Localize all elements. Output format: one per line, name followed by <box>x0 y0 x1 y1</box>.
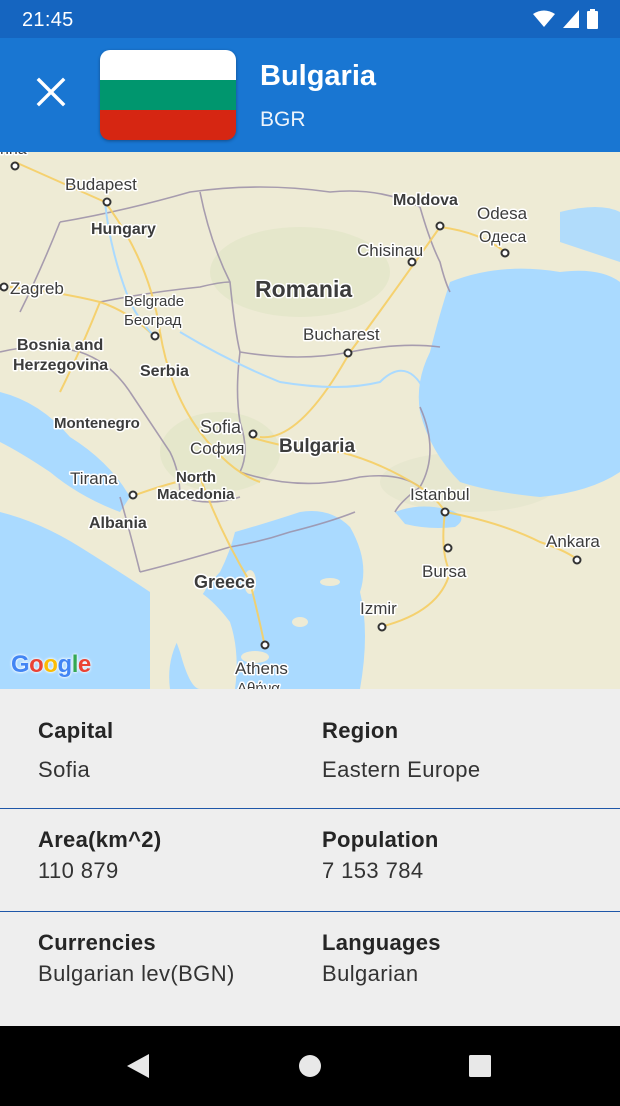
map-label-albania: Albania <box>89 515 147 532</box>
map-label-moldova: Moldova <box>393 192 458 209</box>
currencies-cell: Currencies Bulgarian lev(BGN) <box>38 930 235 987</box>
status-icons <box>533 9 598 29</box>
flag-stripe-white <box>100 50 236 80</box>
map-label-sofia: Sofia <box>200 417 242 437</box>
map-label-tirana: Tirana <box>70 469 118 488</box>
details-row-capital-region: Capital Sofia Region Eastern Europe <box>0 689 620 809</box>
area-label: Area(km^2) <box>38 827 162 852</box>
map-label-budapest: Budapest <box>65 175 137 194</box>
map-label-istanbul: Istanbul <box>410 485 470 504</box>
map-label-athens: Athens <box>235 659 288 678</box>
map-label-partial: hna <box>0 152 27 158</box>
app-bar: Bulgaria BGR <box>0 38 620 152</box>
map-label-odesa-cyr: Одеса <box>479 229 526 246</box>
languages-cell: Languages Bulgarian <box>322 930 441 987</box>
details-row-area-population: Area(km^2) 110 879 Population 7 153 784 <box>0 809 620 912</box>
recents-square-icon <box>469 1055 491 1077</box>
map-label-sofia-cyr: София <box>190 439 244 458</box>
map-view[interactable]: hna Budapest Hungary Moldova Odesa Одеса… <box>0 152 620 689</box>
currencies-label: Currencies <box>38 930 156 955</box>
map-label-hungary: Hungary <box>91 221 156 238</box>
flag-stripe-red <box>100 110 236 140</box>
area-cell: Area(km^2) 110 879 <box>38 827 161 884</box>
back-triangle-icon <box>127 1054 149 1078</box>
region-label: Region <box>322 718 399 743</box>
capital-label: Capital <box>38 718 114 743</box>
map-label-belgrade: Belgrade <box>124 293 184 310</box>
area-value: 110 879 <box>38 858 119 883</box>
country-flag <box>100 50 236 140</box>
map-label-belgrade-cyr: Београд <box>124 312 182 329</box>
map-label-athens-gr: Αθήνα <box>237 680 280 689</box>
home-circle-icon <box>299 1055 321 1077</box>
flag-stripe-green <box>100 80 236 110</box>
status-time: 21:45 <box>22 9 74 31</box>
close-button[interactable] <box>22 63 80 121</box>
currencies-value: Bulgarian lev(BGN) <box>38 961 235 986</box>
wifi-icon <box>533 10 555 27</box>
recents-button[interactable] <box>464 1050 496 1082</box>
capital-value: Sofia <box>38 757 91 782</box>
region-value: Eastern Europe <box>322 757 481 782</box>
map-label-greece: Greece <box>194 572 255 592</box>
map-label-bursa: Bursa <box>422 562 467 581</box>
country-details-panel: Capital Sofia Region Eastern Europe Area… <box>0 689 620 1026</box>
map-label-north-macedonia-2: Macedonia <box>157 486 235 503</box>
system-nav-bar <box>0 1026 620 1106</box>
languages-value: Bulgarian <box>322 961 419 986</box>
home-button[interactable] <box>294 1050 326 1082</box>
battery-icon <box>587 9 598 29</box>
population-cell: Population 7 153 784 <box>322 827 439 884</box>
map-label-north-macedonia-1: North <box>176 469 216 486</box>
details-row-currencies-languages: Currencies Bulgarian lev(BGN) Languages … <box>0 912 620 1026</box>
map-label-serbia: Serbia <box>140 363 189 380</box>
map-label-zagreb: Zagreb <box>10 279 64 298</box>
map-label-odesa: Odesa <box>477 204 528 223</box>
map-label-bulgaria: Bulgaria <box>279 436 355 457</box>
map-label-bucharest: Bucharest <box>303 325 380 344</box>
map-canvas: hna Budapest Hungary Moldova Odesa Одеса… <box>0 152 620 689</box>
black-sea <box>418 268 620 497</box>
close-icon <box>36 77 66 107</box>
capital-cell: Capital Sofia <box>38 718 113 783</box>
map-label-bosnia-1: Bosnia and <box>17 337 103 354</box>
google-attribution-logo: Google <box>11 651 91 678</box>
population-label: Population <box>322 827 439 852</box>
population-value: 7 153 784 <box>322 858 424 883</box>
map-label-ankara: Ankara <box>546 532 600 551</box>
region-cell: Region Eastern Europe <box>322 718 480 783</box>
map-label-bosnia-2: Herzegovina <box>13 357 108 374</box>
languages-label: Languages <box>322 930 441 955</box>
status-bar: 21:45 <box>0 0 620 38</box>
back-button[interactable] <box>122 1050 154 1082</box>
country-code: BGR <box>260 108 306 131</box>
map-label-montenegro: Montenegro <box>54 415 140 432</box>
map-label-romania: Romania <box>255 276 352 302</box>
cellular-signal-icon <box>563 10 579 28</box>
map-label-izmir: Izmir <box>360 599 397 618</box>
map-label-chisinau: Chisinau <box>357 241 423 260</box>
country-name: Bulgaria <box>260 60 377 92</box>
